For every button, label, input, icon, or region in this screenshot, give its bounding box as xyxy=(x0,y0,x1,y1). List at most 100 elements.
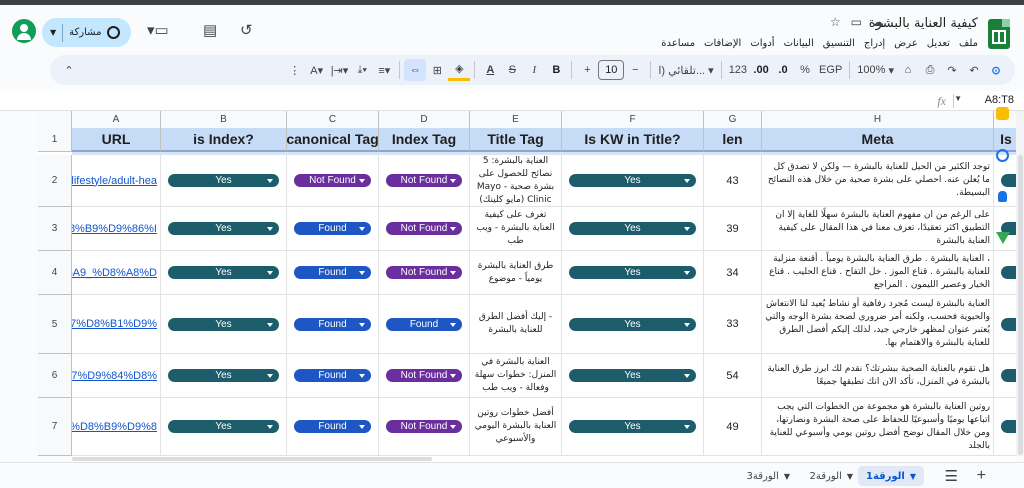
dropdown-chip[interactable]: Not Found xyxy=(386,222,462,235)
cloud-status-icon[interactable]: ☁ xyxy=(872,15,884,29)
meta-cell[interactable]: هل تقوم بالعناية الصحية ببشرتك؟ نقدم لك … xyxy=(762,354,994,398)
header-cell[interactable]: Meta xyxy=(762,128,994,152)
meta-cell[interactable]: توجد الكثير من الحيل للعناية بالبشرة — و… xyxy=(762,155,994,207)
menu-insert[interactable]: إدراج xyxy=(864,38,885,49)
column-header-f[interactable]: F xyxy=(562,111,704,128)
column-header-h[interactable]: H xyxy=(762,111,994,128)
index_tag-cell[interactable]: Found xyxy=(379,295,470,354)
menu-help[interactable]: مساعدة xyxy=(661,38,695,49)
column-header-g[interactable]: G xyxy=(704,111,762,128)
menu-format[interactable]: التنسيق xyxy=(823,38,855,49)
header-cell[interactable]: Is KW in Title? xyxy=(562,128,704,152)
title-cell[interactable]: العناية بالبشرة في المنزل: خطوات سهلة وف… xyxy=(470,354,562,398)
len-cell[interactable]: 33 xyxy=(704,295,762,354)
merge-cells-icon[interactable]: ⇔ xyxy=(404,59,427,81)
column-header-c[interactable]: C xyxy=(287,111,379,128)
column-header-a[interactable]: A xyxy=(72,111,161,128)
horizontal-scroll-thumb[interactable] xyxy=(72,457,432,461)
more-options-icon[interactable]: ⋮ xyxy=(284,59,306,81)
strikethrough-button[interactable]: S xyxy=(501,59,523,81)
account-avatar[interactable] xyxy=(12,19,36,43)
dropdown-chip[interactable]: Ye xyxy=(1001,420,1016,433)
index-cell[interactable]: Yes xyxy=(161,354,287,398)
canonical-cell[interactable]: Found xyxy=(287,398,379,456)
column-header-b[interactable]: B xyxy=(161,111,287,128)
keep-icon[interactable] xyxy=(996,107,1009,120)
dropdown-chip[interactable]: Not Found xyxy=(386,420,462,433)
kw-cell[interactable]: Yes xyxy=(562,354,704,398)
menu-view[interactable]: عرض xyxy=(894,38,918,49)
row-number[interactable]: 7 xyxy=(38,398,72,456)
dropdown-chip[interactable]: Yes xyxy=(168,420,279,433)
font-size-decrease-button[interactable]: − xyxy=(624,59,646,81)
url-cell[interactable]: 6B7%D8%B1%D9% xyxy=(72,295,161,354)
len-cell[interactable]: 34 xyxy=(704,251,762,295)
comments-icon[interactable]: ▤ xyxy=(203,21,217,39)
canonical-cell[interactable]: Found xyxy=(287,251,379,295)
index-cell[interactable]: Yes xyxy=(161,251,287,295)
fill-color-icon[interactable]: ◈ xyxy=(448,59,471,81)
column-header-d[interactable]: D xyxy=(379,111,470,128)
canonical-cell[interactable]: Found xyxy=(287,295,379,354)
paint-format-icon[interactable]: ⌂ xyxy=(897,59,919,81)
kw-cell[interactable]: Yes xyxy=(562,295,704,354)
index-cell[interactable]: Yes xyxy=(161,295,287,354)
sheet-tab-1[interactable]: الورقة1 ▼ xyxy=(858,466,924,486)
menu-data[interactable]: البيانات xyxy=(784,38,814,49)
star-icon[interactable]: ☆ xyxy=(830,15,841,29)
kw-cell[interactable]: Yes xyxy=(562,398,704,456)
dropdown-chip[interactable]: Yes xyxy=(168,174,279,187)
sheets-logo-icon[interactable] xyxy=(988,19,1010,49)
vertical-align-icon[interactable]: ⤓▾ xyxy=(351,59,373,81)
len-cell[interactable]: 39 xyxy=(704,207,762,251)
sheet-tab-3[interactable]: الورقة3 ▼ xyxy=(739,466,799,486)
currency-format-button[interactable]: EGP xyxy=(816,59,845,81)
title-cell[interactable]: طرق العناية بالبشرة يومياً - موضوع xyxy=(470,251,562,295)
title-cell[interactable]: تعرف على كيفية العناية بالبشرة - ويب طب xyxy=(470,207,562,251)
meta-cell[interactable]: ، العناية بالبشرة . طرق العناية بالبشرة … xyxy=(762,251,994,295)
header-cell[interactable]: is Index? xyxy=(161,128,287,152)
kw-cell[interactable]: Ye xyxy=(994,207,1016,251)
url-cell[interactable]: 8%A9_%D8%A8%D xyxy=(72,251,161,295)
column-header-e[interactable]: E xyxy=(470,111,562,128)
move-folder-icon[interactable]: ▭ xyxy=(851,15,862,29)
dropdown-chip[interactable]: Yes xyxy=(168,266,279,279)
row-number[interactable]: 1 xyxy=(38,128,72,152)
text-color-button[interactable]: A xyxy=(479,59,501,81)
search-menus-icon[interactable]: ⊙ xyxy=(985,59,1007,81)
add-sheet-icon[interactable]: + xyxy=(977,467,986,485)
url-cell[interactable]: ny-lifestyle/adult-hea xyxy=(72,155,161,207)
bold-button[interactable]: B xyxy=(545,59,567,81)
tasks-icon[interactable] xyxy=(996,149,1009,162)
row-number[interactable]: 6 xyxy=(38,354,72,398)
menu-tools[interactable]: أدوات xyxy=(750,38,774,49)
kw-cell[interactable]: Yes xyxy=(562,251,704,295)
index_tag-cell[interactable]: Not Found xyxy=(379,354,470,398)
url-cell[interactable]: 84%D8%B9%D9%8 xyxy=(72,398,161,456)
dropdown-chip[interactable]: Yes xyxy=(569,317,696,331)
meta-cell[interactable]: روتين العناية بالبشرة هو مجموعة من الخطو… xyxy=(762,398,994,456)
kw-cell[interactable]: Yes xyxy=(562,155,704,207)
horizontal-align-icon[interactable]: ≡▾ xyxy=(373,59,395,81)
italic-button[interactable]: I xyxy=(523,59,545,81)
text-rotation-icon[interactable]: A▾ xyxy=(306,59,328,81)
number-format-button[interactable]: 123 xyxy=(726,59,750,81)
meta-cell[interactable]: العناية بالبشرة ليست مُجرد رفاهية أو نشا… xyxy=(762,295,994,354)
font-select[interactable]: تلقائي (ا... ▾ xyxy=(655,59,716,81)
dropdown-chip[interactable]: Yes xyxy=(569,222,696,235)
len-cell[interactable]: 54 xyxy=(704,354,762,398)
kw-cell[interactable]: Ye xyxy=(994,398,1016,456)
document-title[interactable]: كيفية العناية بالبشرة xyxy=(869,16,978,31)
dropdown-chip[interactable]: Yes xyxy=(168,222,279,235)
url-cell[interactable]: 6A7%D9%84%D8% xyxy=(72,354,161,398)
header-cell[interactable]: Is KW i xyxy=(994,128,1016,152)
title-cell[interactable]: - إليك أفضل الطرق للعناية بالبشرة xyxy=(470,295,562,354)
contacts-icon[interactable] xyxy=(998,191,1007,202)
canonical-cell[interactable]: Found xyxy=(287,354,379,398)
text-wrap-icon[interactable]: |⇥▾ xyxy=(328,59,352,81)
row-number[interactable]: 4 xyxy=(38,251,72,295)
redo-icon[interactable]: ↷ xyxy=(941,59,963,81)
menu-extensions[interactable]: الإضافات xyxy=(704,38,741,49)
dropdown-chip[interactable]: Found xyxy=(294,420,371,433)
index_tag-cell[interactable]: Not Found xyxy=(379,398,470,456)
